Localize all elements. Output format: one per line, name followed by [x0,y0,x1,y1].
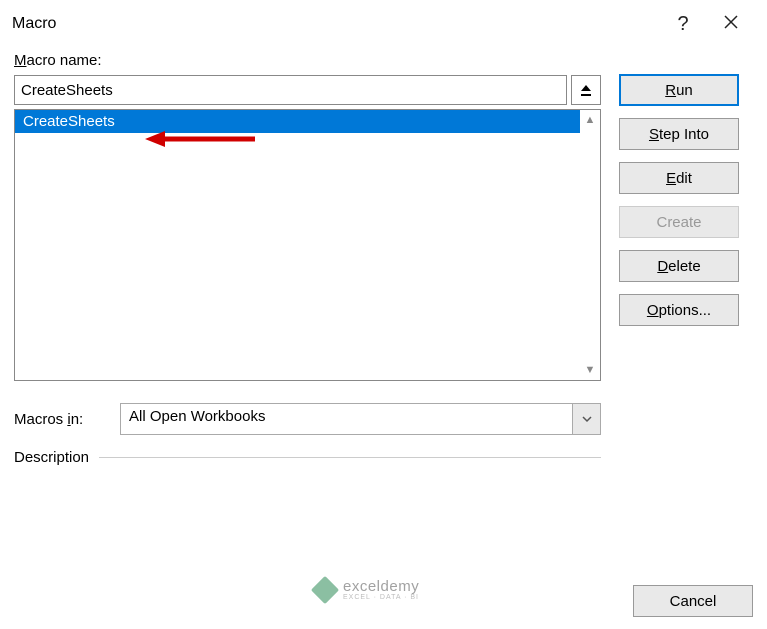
macro-name-input[interactable] [14,75,567,105]
cancel-button[interactable]: Cancel [633,585,753,617]
list-item[interactable]: CreateSheets [15,110,580,133]
run-button[interactable]: Run [619,74,739,106]
options-button[interactable]: Options... [619,294,739,326]
close-icon [723,14,739,30]
scroll-up-icon: ▲ [585,114,596,126]
dropdown-toggle[interactable] [573,403,601,435]
macro-name-label: Macro name: [14,52,601,69]
macros-in-value: All Open Workbooks [120,403,573,435]
dialog-titlebar: Macro ? [0,0,767,48]
delete-button[interactable]: Delete [619,250,739,282]
collapse-icon [579,83,593,97]
listbox-scrollbar[interactable]: ▲ ▼ [580,110,600,380]
chevron-down-icon [581,413,593,425]
description-divider [99,457,601,458]
create-button: Create [619,206,739,238]
dialog-title: Macro [12,15,56,33]
edit-button[interactable]: Edit [619,162,739,194]
scroll-down-icon: ▼ [585,364,596,376]
close-button[interactable] [707,14,755,35]
help-button[interactable]: ? [659,13,707,36]
step-into-button[interactable]: Step Into [619,118,739,150]
macros-in-dropdown[interactable]: All Open Workbooks [120,403,601,435]
macros-in-label: Macros in: [14,411,120,428]
watermark: exceldemy EXCEL · DATA · BI [315,579,419,601]
description-label: Description [14,449,89,466]
watermark-logo-icon [311,576,339,604]
macro-listbox[interactable]: CreateSheets ▲ ▼ [14,109,601,381]
reference-button[interactable] [571,75,601,105]
